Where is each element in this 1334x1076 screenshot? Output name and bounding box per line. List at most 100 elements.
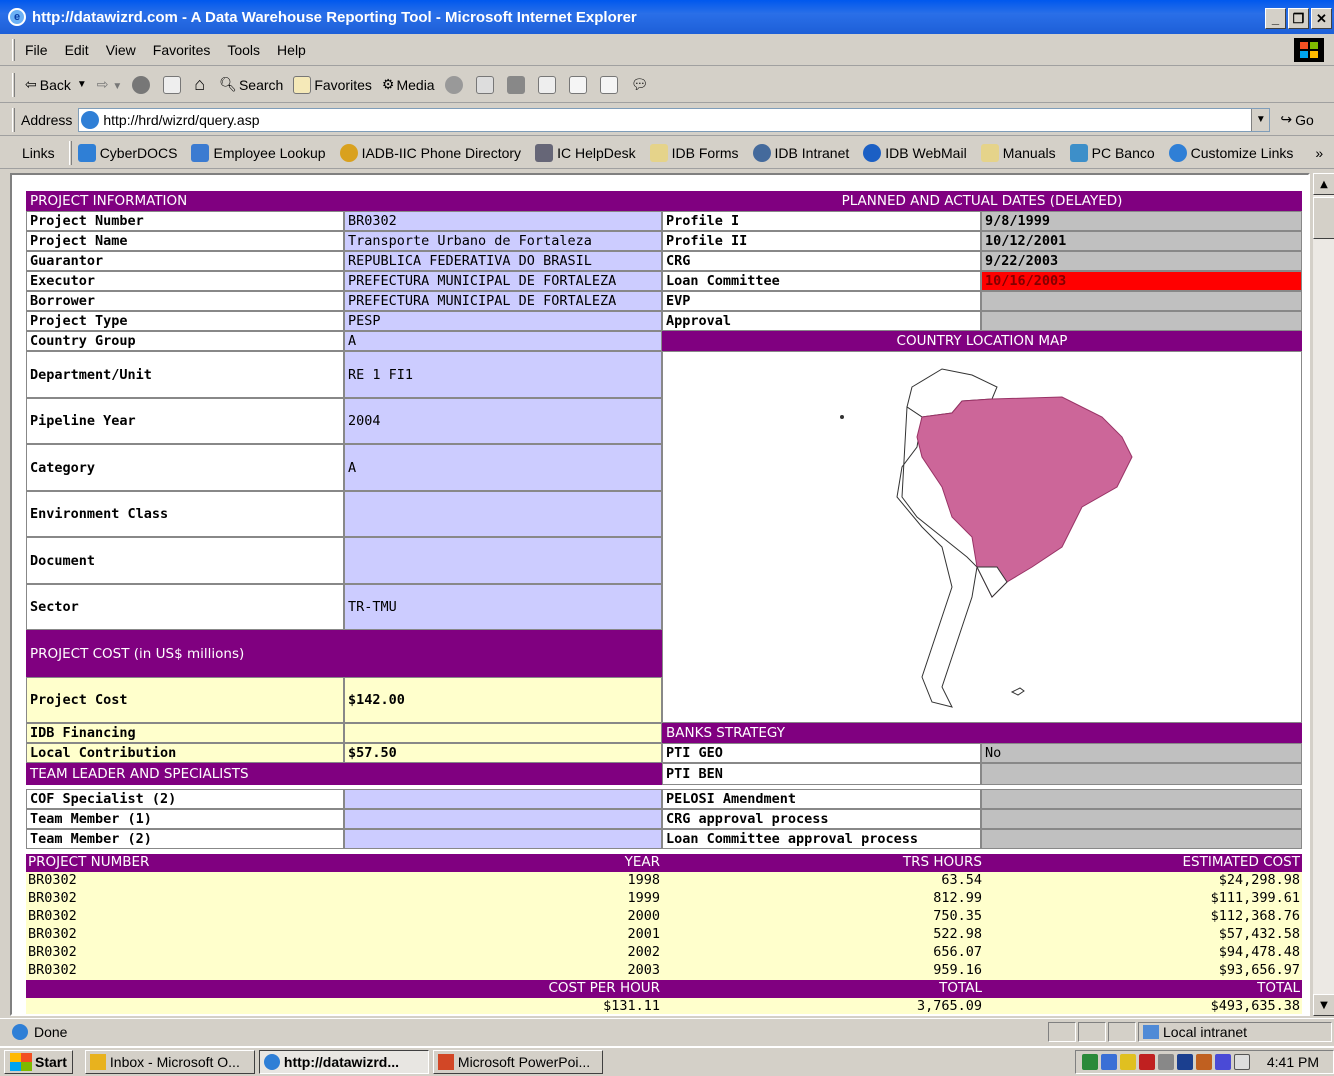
language-icon[interactable] bbox=[1176, 1054, 1193, 1070]
close-button[interactable]: ✕ bbox=[1311, 8, 1332, 29]
link-manuals[interactable]: Manuals bbox=[980, 143, 1056, 162]
phone-icon bbox=[339, 143, 358, 162]
map-header: COUNTRY LOCATION MAP bbox=[662, 331, 1302, 351]
stop-button[interactable] bbox=[132, 75, 153, 94]
category-label: Category bbox=[26, 444, 344, 491]
task-ie[interactable]: http://datawizrd... bbox=[258, 1050, 429, 1074]
task-inbox[interactable]: Inbox - Microsoft O... bbox=[84, 1050, 255, 1074]
tray-icon[interactable] bbox=[1138, 1054, 1155, 1070]
messenger-button[interactable]: 💬︎ bbox=[631, 76, 649, 93]
loan-committee-approval-label: Loan Committee approval process bbox=[662, 829, 981, 849]
project-cost-label: Project Cost bbox=[26, 677, 344, 723]
col-trs-hours: TRS HOURS bbox=[902, 854, 982, 870]
history-icon bbox=[444, 75, 463, 94]
back-button[interactable]: ⇦ Back ▼ bbox=[25, 76, 87, 93]
idb-financing-value bbox=[344, 723, 662, 743]
back-arrow-icon: ⇦ bbox=[25, 76, 37, 92]
pti-ben-label: PTI BEN bbox=[662, 763, 981, 785]
refresh-button[interactable] bbox=[163, 75, 184, 94]
crg-label: CRG bbox=[662, 251, 981, 271]
menu-edit[interactable]: Edit bbox=[65, 42, 89, 58]
tray-icon[interactable] bbox=[1157, 1054, 1174, 1070]
address-input[interactable]: http://hrd/wizrd/query.asp ▼ bbox=[78, 107, 1271, 132]
project-number-label: Project Number bbox=[26, 211, 344, 231]
loan-committee-label: Loan Committee bbox=[662, 271, 981, 291]
project-info-header: PROJECT INFORMATION bbox=[26, 191, 662, 211]
windows-flag-icon bbox=[10, 1053, 32, 1071]
table-cell: $93,656.97 bbox=[1218, 962, 1300, 978]
menu-view[interactable]: View bbox=[106, 42, 136, 58]
totals-header: COST PER HOUR TOTAL TOTAL bbox=[26, 980, 1302, 998]
table-cell: BR0302 bbox=[28, 944, 77, 960]
media-button[interactable]: ⚙ Media bbox=[382, 76, 435, 93]
start-button[interactable]: Start bbox=[4, 1050, 73, 1074]
forward-button[interactable]: ⇨ ▼ bbox=[97, 76, 123, 93]
history-button[interactable] bbox=[444, 75, 466, 94]
country-group-label: Country Group bbox=[26, 331, 344, 351]
research-button[interactable] bbox=[599, 75, 621, 94]
edit-button[interactable] bbox=[537, 75, 559, 94]
tray-icon[interactable] bbox=[1081, 1054, 1098, 1070]
mail-button[interactable] bbox=[475, 75, 497, 94]
restore-button[interactable]: ❐ bbox=[1288, 8, 1309, 29]
scroll-thumb[interactable] bbox=[1313, 197, 1334, 239]
forward-arrow-icon: ⇨ ▼ bbox=[96, 76, 123, 92]
vertical-scrollbar[interactable]: ▲ ▼ bbox=[1312, 173, 1334, 1016]
discuss-button[interactable] bbox=[568, 75, 590, 94]
volume-icon[interactable] bbox=[1119, 1054, 1136, 1070]
profile-1-value: 9/8/1999 bbox=[981, 211, 1302, 231]
link-employee-lookup[interactable]: Employee Lookup bbox=[191, 143, 326, 162]
pelosi-amendment-value bbox=[981, 789, 1302, 809]
scroll-down-icon[interactable]: ▼ bbox=[1313, 994, 1334, 1016]
link-cyberdocs[interactable]: CyberDOCS bbox=[77, 143, 177, 162]
links-bar: Links CyberDOCS Employee Lookup IADB-IIC… bbox=[0, 137, 1334, 169]
address-dropdown-icon[interactable]: ▼ bbox=[1251, 108, 1270, 131]
document-label: Document bbox=[26, 537, 344, 584]
windows-logo-icon bbox=[1294, 38, 1324, 62]
tray-icon[interactable] bbox=[1195, 1054, 1212, 1070]
task-powerpoint[interactable]: Microsoft PowerPoi... bbox=[432, 1050, 603, 1074]
menu-favorites[interactable]: Favorites bbox=[153, 42, 211, 58]
col-cost-per-hour: COST PER HOUR bbox=[548, 980, 660, 996]
favorites-button[interactable]: Favorites bbox=[293, 75, 372, 94]
link-idb-intranet[interactable]: IDB Intranet bbox=[752, 143, 849, 162]
standard-toolbar: ⇦ Back ▼ ⇨ ▼ ⌂ 🔍︎ Search Favorites ⚙ Media 💬… bbox=[0, 67, 1334, 103]
menu-help[interactable]: Help bbox=[277, 42, 306, 58]
team-header: TEAM LEADER AND SPECIALISTS bbox=[26, 763, 662, 785]
loan-committee-approval-value bbox=[981, 829, 1302, 849]
link-phone-directory[interactable]: IADB-IIC Phone Directory bbox=[339, 143, 521, 162]
executor-label: Executor bbox=[26, 271, 344, 291]
table-cell: BR0302 bbox=[28, 872, 77, 888]
table-cell: 2001 bbox=[627, 926, 660, 942]
link-idb-forms[interactable]: IDB Forms bbox=[649, 143, 739, 162]
country-location-map bbox=[662, 351, 1302, 723]
mail-icon[interactable] bbox=[1233, 1054, 1250, 1070]
folder-icon bbox=[980, 143, 999, 162]
menu-tools[interactable]: Tools bbox=[227, 42, 260, 58]
minimize-button[interactable]: _ bbox=[1265, 8, 1286, 29]
outlook-icon bbox=[89, 1054, 106, 1070]
chevron-right-icon[interactable]: » bbox=[1315, 145, 1323, 161]
tray-icon[interactable] bbox=[1214, 1054, 1231, 1070]
clock: 4:41 PM bbox=[1266, 1054, 1319, 1070]
research-icon bbox=[599, 75, 618, 94]
department-value: RE 1 FI1 bbox=[344, 351, 662, 398]
print-icon bbox=[506, 75, 525, 94]
home-button[interactable]: ⌂ bbox=[194, 74, 205, 95]
search-button[interactable]: 🔍︎ Search bbox=[219, 76, 283, 93]
scroll-up-icon[interactable]: ▲ bbox=[1313, 173, 1334, 195]
tray-icon[interactable] bbox=[1100, 1054, 1117, 1070]
link-idb-webmail[interactable]: IDB WebMail bbox=[863, 143, 967, 162]
link-customize-links[interactable]: Customize Links bbox=[1168, 143, 1293, 162]
go-button[interactable]: ↪ Go bbox=[1280, 111, 1313, 128]
print-button[interactable] bbox=[506, 75, 528, 94]
category-value: A bbox=[344, 444, 662, 491]
title-bar: e http://datawizrd.com - A Data Warehous… bbox=[0, 0, 1334, 34]
environment-class-value bbox=[344, 491, 662, 537]
borrower-label: Borrower bbox=[26, 291, 344, 311]
banks-strategy-header: BANKS STRATEGY bbox=[662, 723, 1302, 743]
address-bar: Address http://hrd/wizrd/query.asp ▼ ↪ Go bbox=[0, 104, 1334, 136]
link-pc-banco[interactable]: PC Banco bbox=[1069, 143, 1155, 162]
link-helpdesk[interactable]: IC HelpDesk bbox=[535, 143, 636, 162]
menu-file[interactable]: File bbox=[25, 42, 48, 58]
